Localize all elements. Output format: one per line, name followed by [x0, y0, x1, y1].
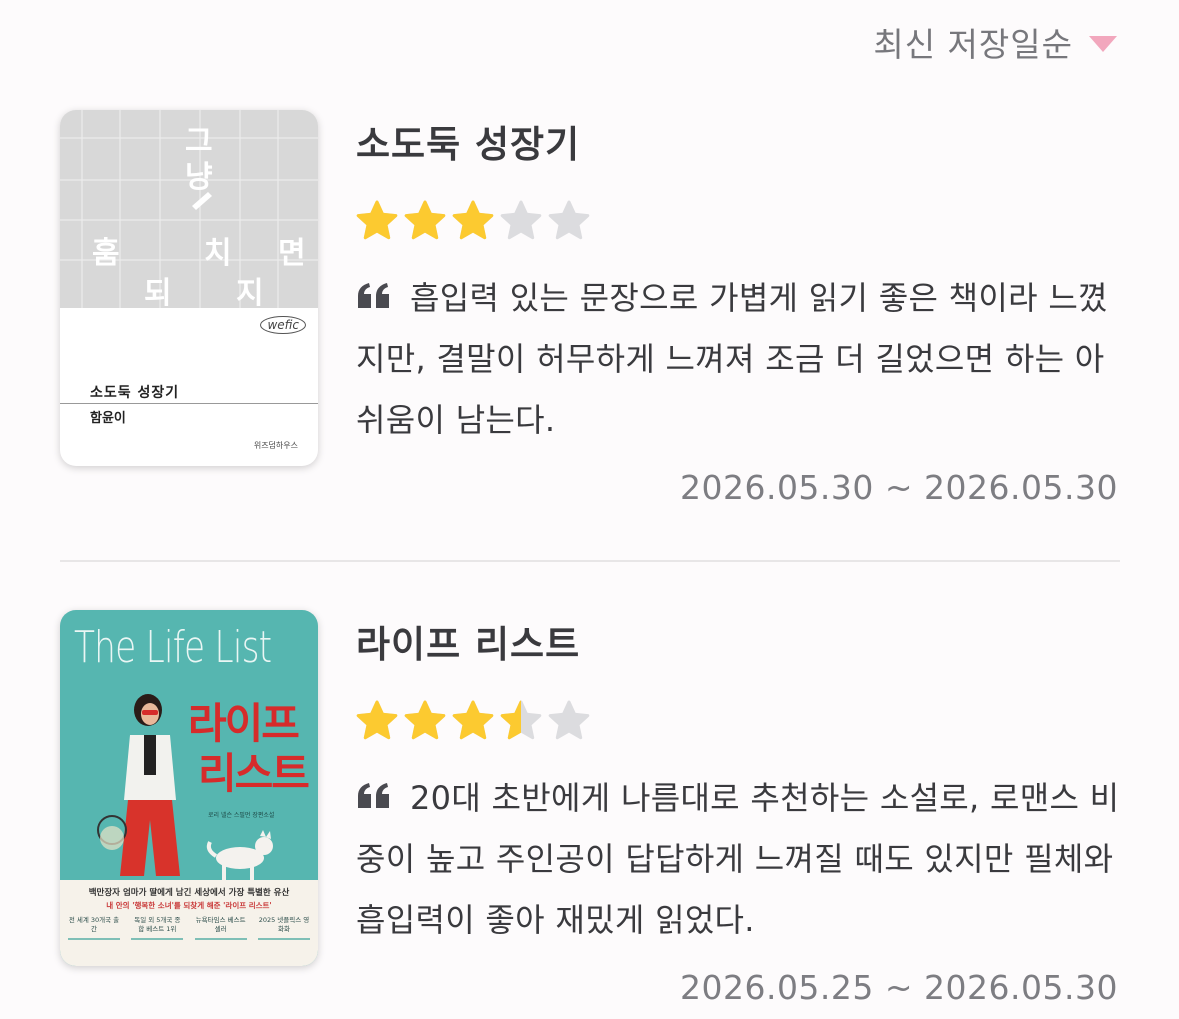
star-empty-icon — [548, 200, 590, 240]
sort-dropdown[interactable]: 최신 저장일순 — [873, 18, 1117, 66]
reading-period: 2026.05.30 ~ 2026.05.30 — [679, 468, 1118, 507]
cover-char: 치 — [204, 236, 232, 271]
star-filled-icon — [452, 700, 494, 740]
sort-label: 최신 저장일순 — [873, 25, 1073, 64]
star-rating — [353, 198, 593, 246]
cover-subtagline: 내 안의 '행복한 소녀'를 되찾게 해준 '라이프 리스트' — [106, 901, 272, 910]
cover-badge: 뉴욕타임스 베스트셀러 — [194, 916, 247, 940]
cover-badge: 2025 넷플릭스 영화화 — [257, 916, 310, 940]
star-filled-icon — [404, 700, 446, 740]
cover-title-kr: 리스트 — [198, 749, 310, 798]
cover-char: 면 — [278, 236, 306, 271]
cover-char: 냥 — [185, 160, 213, 195]
cover-divider — [60, 403, 318, 404]
cover-badge: 독일 외 5개국 종합 베스트 1위 — [131, 916, 184, 940]
star-filled-icon — [452, 200, 494, 240]
star-rating — [353, 698, 593, 746]
book-cover[interactable]: The Life List 라이프 리스트 로리 넬슨 스필먼 장편소설 백만장… — [60, 610, 318, 966]
cover-title-en: The Life List — [74, 622, 272, 673]
cover-char: 훔 — [92, 236, 120, 271]
cover-author: 함윤이 — [90, 411, 126, 426]
publisher-logo: wefic — [260, 316, 306, 334]
star-filled-icon — [356, 700, 398, 740]
cover-band: 백만장자 엄마가 딸에게 남긴 세상에서 가장 특별한 유산 내 안의 '행복한… — [60, 880, 318, 966]
cover-badge: 전 세계 30개국 출간 — [68, 916, 120, 940]
cover-badges: 전 세계 30개국 출간 독일 외 5개국 종합 베스트 1위 뉴욕타임스 베스… — [68, 916, 310, 940]
cover-publisher: 위즈덤하우스 — [253, 441, 298, 450]
book-title[interactable]: 라이프 리스트 — [356, 614, 580, 668]
cover-title: 소도둑 성장기 — [90, 385, 180, 401]
triangle-down-icon — [1089, 36, 1117, 52]
woman-illustration — [97, 694, 180, 876]
divider — [60, 560, 1120, 562]
star-filled-icon — [404, 200, 446, 240]
cover-char: 되 — [144, 276, 172, 311]
review-text: 20대 초반에게 나름대로 추천하는 소설로, 로맨스 비중이 높고 주인공이 … — [356, 779, 1120, 939]
star-half-icon — [500, 700, 542, 740]
star-empty-icon — [548, 700, 590, 740]
book-title[interactable]: 소도둑 성장기 — [356, 114, 580, 168]
cover-char: 지 — [236, 276, 264, 311]
review-text: 흡입력 있는 문장으로 가볍게 읽기 좋은 책이라 느꼈지만, 결말이 허무하게… — [356, 279, 1108, 439]
reading-period: 2026.05.25 ~ 2026.05.30 — [679, 968, 1118, 1007]
star-empty-icon — [500, 200, 542, 240]
cover-author: 로리 넬슨 스필먼 장편소설 — [208, 812, 275, 819]
book-cover[interactable]: 그 냥 훔 치 면 되 지 wefic 소도둑 성장기 함윤이 위즈덤하우스 — [60, 110, 318, 466]
dog-illustration — [206, 830, 273, 880]
star-filled-icon — [356, 200, 398, 240]
cover-tagline: 백만장자 엄마가 딸에게 남긴 세상에서 가장 특별한 유산 — [88, 888, 290, 898]
